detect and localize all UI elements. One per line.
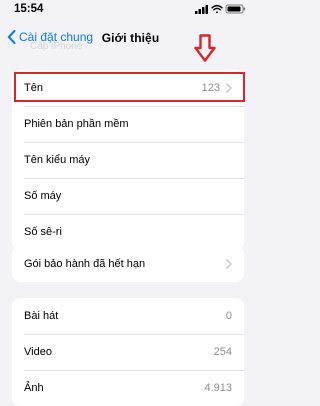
songs-label: Bài hát (24, 310, 59, 322)
software-version-label: Phiên bản phần mềm (24, 118, 129, 130)
warranty-row[interactable]: Gói bảo hành đã hết hạn (12, 246, 244, 282)
battery-icon (225, 4, 246, 14)
software-version-row[interactable]: Phiên bản phần mềm (12, 106, 244, 142)
photos-label: Ảnh (24, 382, 44, 394)
navigation-bar: Cài đặt chung Giới thiệu (0, 24, 261, 50)
photos-value: 4.913 (204, 382, 232, 394)
name-row[interactable]: Tên 123 (12, 70, 244, 106)
name-value: 123 (201, 82, 220, 94)
songs-value: 0 (225, 310, 232, 322)
signal-icon (195, 5, 208, 14)
status-bar: 15:54 (0, 0, 261, 20)
wifi-icon (211, 4, 223, 14)
model-number-label: Số máy (24, 190, 62, 202)
model-number-row[interactable]: Số máy (12, 178, 244, 214)
photos-row: Ảnh 4.913 (12, 370, 244, 406)
model-name-label: Tên kiểu máy (24, 154, 91, 166)
serial-number-row[interactable]: Số sê-ri (12, 214, 244, 250)
chevron-right-icon (226, 259, 232, 269)
page-title: Giới thiệu (101, 31, 160, 45)
videos-label: Video (24, 346, 52, 358)
status-time: 15:54 (14, 3, 44, 15)
status-icons (195, 4, 247, 14)
serial-number-label: Số sê-ri (24, 226, 62, 238)
name-label: Tên (24, 82, 43, 94)
warranty-label: Gói bảo hành đã hết hạn (24, 258, 146, 270)
down-arrow-icon (194, 34, 216, 62)
media-group: Bài hát 0 Video 254 Ảnh 4.913 (12, 298, 244, 406)
warranty-group: Gói bảo hành đã hết hạn (12, 246, 244, 282)
songs-row: Bài hát 0 (12, 298, 244, 334)
about-info-group: Tên 123 Phiên bản phần mềm Tên kiểu máy … (12, 70, 244, 250)
chevron-right-icon (226, 83, 232, 93)
videos-row: Video 254 (12, 334, 244, 370)
model-name-row[interactable]: Tên kiểu máy (12, 142, 244, 178)
videos-value: 254 (213, 346, 232, 358)
